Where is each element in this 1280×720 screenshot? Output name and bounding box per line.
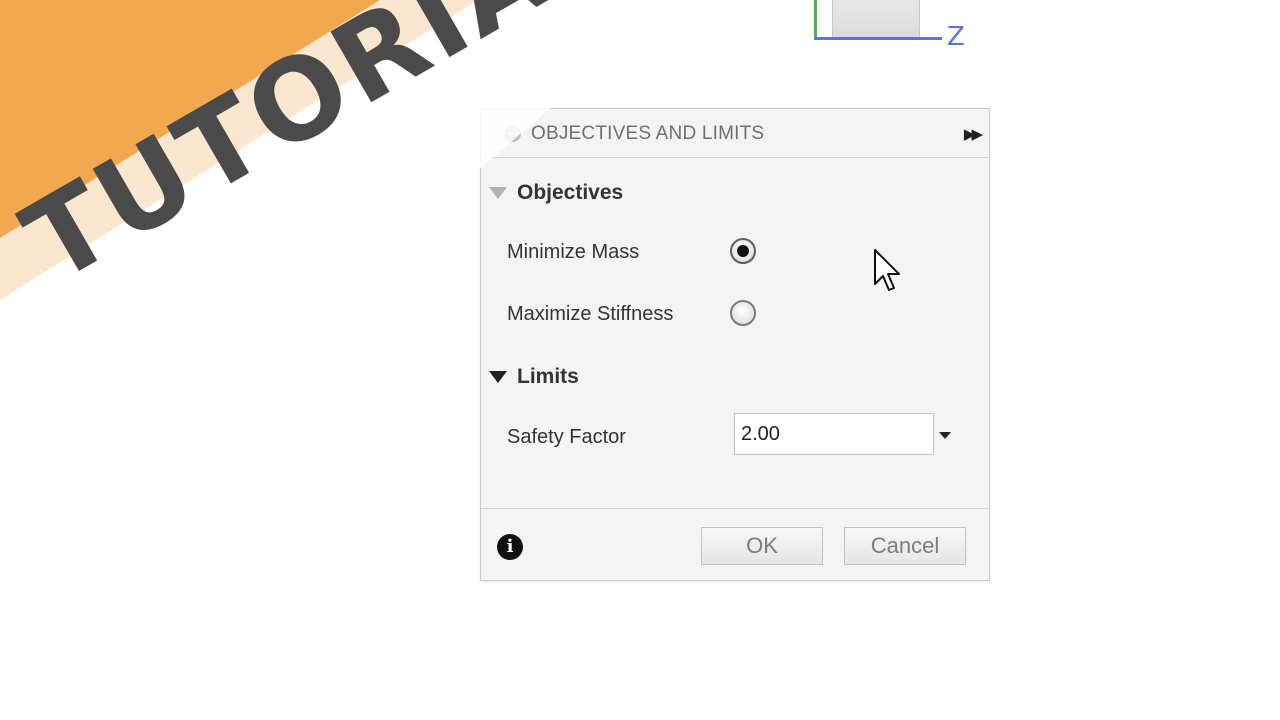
objectives-section-label: Objectives [517,181,624,204]
minimize-mass-radio[interactable] [730,238,756,264]
double-chevron-right-icon[interactable]: ▶▶ [964,125,983,143]
screen: Z OBJECTIVES AND LIMITS ▶▶ Objectives Mi… [0,0,1280,720]
cancel-button[interactable]: Cancel [844,527,966,565]
minimize-mass-label: Minimize Mass [507,241,640,263]
safety-factor-input[interactable] [734,413,934,455]
expand-triangle-icon [489,187,507,199]
footer-divider [481,508,989,509]
z-axis-label: Z [947,22,965,52]
expand-triangle-icon [489,371,507,383]
y-axis-line [814,0,817,40]
maximize-stiffness-label: Maximize Stiffness [507,303,674,325]
objectives-and-limits-dialog: OBJECTIVES AND LIMITS ▶▶ Objectives Mini… [480,108,990,581]
info-icon[interactable]: i [497,534,523,560]
limits-section-label: Limits [517,365,579,388]
objectives-section-header[interactable]: Objectives [489,181,623,205]
chevron-down-icon[interactable] [939,432,951,439]
mouse-cursor-icon [874,249,900,291]
axis-triad: Z [800,0,980,60]
collapse-icon[interactable] [505,126,521,142]
view-cube [832,0,920,40]
z-axis-line [814,37,942,40]
safety-factor-label: Safety Factor [507,426,626,448]
ok-button[interactable]: OK [701,527,823,565]
maximize-stiffness-radio[interactable] [730,300,756,326]
limits-section-header[interactable]: Limits [489,365,579,389]
dialog-header: OBJECTIVES AND LIMITS ▶▶ [481,109,989,158]
dialog-title: OBJECTIVES AND LIMITS [531,123,765,144]
